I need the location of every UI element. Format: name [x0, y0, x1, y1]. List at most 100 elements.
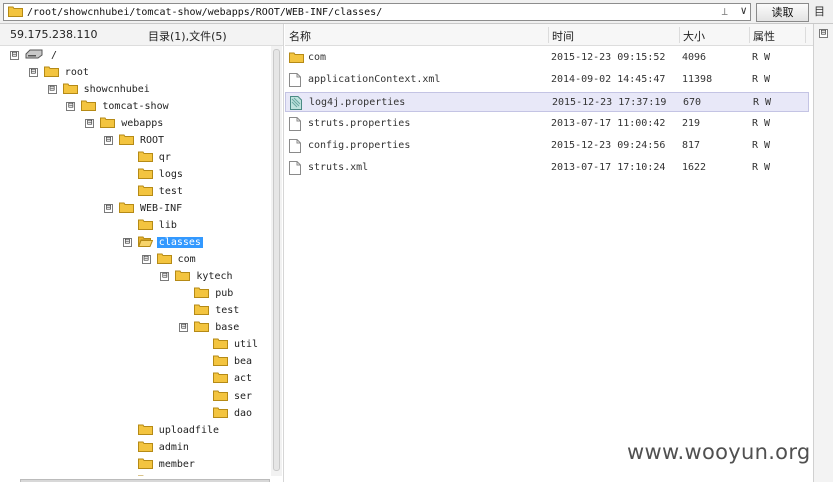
- edge-tab[interactable]: 目: [814, 3, 825, 19]
- folder-icon: [43, 65, 59, 80]
- tree-collapse-toggle[interactable]: ⊟: [141, 255, 151, 265]
- folder-icon: [156, 252, 172, 267]
- file-list-panel: 名称 时间 大小 属性 com 2015-12-23 09:15:52 4096 R …: [285, 24, 813, 482]
- folder-icon: [175, 269, 191, 284]
- tree-collapse-toggle[interactable]: ⊟: [10, 50, 19, 60]
- chevron-down-icon[interactable]: ∨: [740, 4, 747, 17]
- tree-node-label: logs: [158, 168, 183, 180]
- read-button[interactable]: 读取: [756, 3, 809, 22]
- scrollbar-thumb[interactable]: [273, 49, 280, 471]
- tree-node[interactable]: ⊟ root: [28, 64, 91, 80]
- tree-node[interactable]: member: [123, 456, 197, 472]
- column-divider[interactable]: [548, 27, 549, 43]
- column-attr[interactable]: 属性: [753, 28, 775, 44]
- file-row[interactable]: log4j.properties 2015-12-23 17:37:19 670 R …: [285, 92, 809, 112]
- tree-collapse-toggle[interactable]: ⊟: [47, 84, 57, 94]
- drive-icon: [25, 49, 43, 62]
- column-time[interactable]: 时间: [552, 28, 574, 44]
- file-row[interactable]: struts.xml 2013-07-17 17:10:24 1622 R W: [285, 158, 809, 178]
- tree-node[interactable]: util: [198, 337, 260, 353]
- side-panel: ⊟: [813, 24, 833, 482]
- file-row[interactable]: com 2015-12-23 09:15:52 4096 R W: [285, 48, 809, 68]
- folder-icon: [137, 457, 153, 472]
- tree-node[interactable]: ⊟ ROOT: [104, 132, 166, 148]
- tree-node[interactable]: ⊟ showcnhubei: [47, 81, 152, 97]
- tree-node-label: pub: [215, 288, 234, 300]
- tree-node-label: dao: [234, 407, 253, 419]
- tree-node[interactable]: ⊟ kytech: [160, 269, 234, 285]
- tree-collapse-toggle[interactable]: ⊟: [104, 135, 113, 145]
- tree-node[interactable]: ⊟ base: [179, 320, 241, 336]
- file-attr: R W: [752, 118, 771, 129]
- tree-collapse-toggle[interactable]: ⊟: [66, 101, 76, 111]
- path-combobox[interactable]: ⊥ ∨: [3, 3, 751, 21]
- file-time: 2014-09-02 14:45:47: [551, 74, 666, 85]
- tree-node[interactable]: logs: [123, 166, 185, 182]
- tree-node[interactable]: admin: [123, 439, 191, 455]
- file-time: 2015-12-23 09:15:52: [551, 52, 666, 63]
- tree-node[interactable]: station: [123, 473, 203, 476]
- server-ip: 59.175.238.110: [10, 28, 98, 41]
- tree-node[interactable]: ⊟ /: [10, 47, 59, 63]
- tree-node[interactable]: ⊟ webapps: [85, 115, 165, 131]
- tree-node[interactable]: act: [198, 371, 254, 387]
- tree-node[interactable]: bea: [198, 354, 254, 370]
- folder-icon: [137, 423, 153, 438]
- tree-collapse-toggle[interactable]: ⊟: [160, 272, 170, 282]
- tree-node[interactable]: pub: [179, 286, 235, 302]
- folder-icon: [137, 440, 153, 455]
- path-input[interactable]: [27, 6, 687, 18]
- column-divider[interactable]: [679, 27, 680, 43]
- folder-icon: [194, 320, 210, 335]
- tree-node[interactable]: ⊟ com: [141, 252, 198, 268]
- tree-node-label: kytech: [196, 271, 233, 283]
- tree-node[interactable]: dao: [198, 405, 254, 421]
- column-size[interactable]: 大小: [683, 28, 705, 44]
- directory-tree: ⊟ / ⊟ root ⊟ showcnhubei ⊟ tomcat-show ⊟ webapps ⊟…: [0, 46, 270, 476]
- tree-node-label: tomcat-show: [102, 100, 169, 112]
- tree-node[interactable]: lib: [123, 218, 179, 234]
- tree-collapse-toggle[interactable]: ⊟: [85, 118, 95, 128]
- file-time: 2015-12-23 17:37:19: [552, 97, 667, 108]
- file-attr: R W: [752, 52, 771, 63]
- file-name: com: [308, 52, 327, 63]
- tree-node[interactable]: test: [179, 303, 241, 319]
- file-time: 2013-07-17 11:00:42: [551, 118, 666, 129]
- file-time: 2013-07-17 17:10:24: [551, 162, 666, 173]
- tree-collapse-toggle[interactable]: ⊟: [179, 323, 189, 333]
- folder-icon: [137, 218, 153, 233]
- tree-node[interactable]: ⊟ classes: [122, 235, 203, 251]
- tree-node[interactable]: test: [123, 183, 185, 199]
- pin-icon[interactable]: ⊥: [721, 5, 728, 18]
- folder-icon: [100, 116, 116, 131]
- tree-node-label: classes: [156, 237, 203, 249]
- column-divider[interactable]: [805, 27, 806, 43]
- file-row[interactable]: config.properties 2015-12-23 09:24:56 817 R…: [285, 136, 809, 156]
- tree-node-label: /: [51, 49, 58, 61]
- tree-node[interactable]: qr: [123, 149, 173, 165]
- tree-node[interactable]: ser: [198, 388, 254, 404]
- file-row[interactable]: applicationContext.xml 2014-09-02 14:45:4…: [285, 70, 809, 90]
- tree-node[interactable]: uploadfile: [123, 422, 221, 438]
- tree-node[interactable]: ⊟ tomcat-show: [66, 98, 170, 114]
- folder-icon: [213, 406, 228, 421]
- folder-icon: [289, 51, 304, 66]
- file-size: 670: [683, 97, 702, 108]
- file-size: 817: [682, 140, 701, 151]
- folder-icon: [137, 167, 153, 182]
- directory-tree-panel: 59.175.238.110 目录(1),文件(5) ⊟ / ⊟ root ⊟ showc…: [0, 24, 284, 482]
- file-time: 2015-12-23 09:24:56: [551, 140, 666, 151]
- file-row[interactable]: struts.properties 2013-07-17 11:00:42 219 R…: [285, 114, 809, 134]
- tree-collapse-toggle[interactable]: ⊟: [104, 203, 113, 213]
- collapse-toggle[interactable]: ⊟: [819, 29, 828, 38]
- tree-node-label: root: [64, 66, 89, 78]
- file-name: applicationContext.xml: [308, 74, 441, 85]
- tree-node-label: showcnhubei: [83, 83, 150, 95]
- folder-open-icon: [137, 235, 154, 250]
- tree-vertical-scrollbar[interactable]: [271, 46, 282, 476]
- tree-collapse-toggle[interactable]: ⊟: [28, 67, 38, 77]
- tree-collapse-toggle[interactable]: ⊟: [122, 238, 132, 248]
- tree-node[interactable]: ⊟ WEB-INF: [104, 200, 184, 216]
- column-name[interactable]: 名称: [289, 28, 311, 44]
- column-divider[interactable]: [749, 27, 750, 43]
